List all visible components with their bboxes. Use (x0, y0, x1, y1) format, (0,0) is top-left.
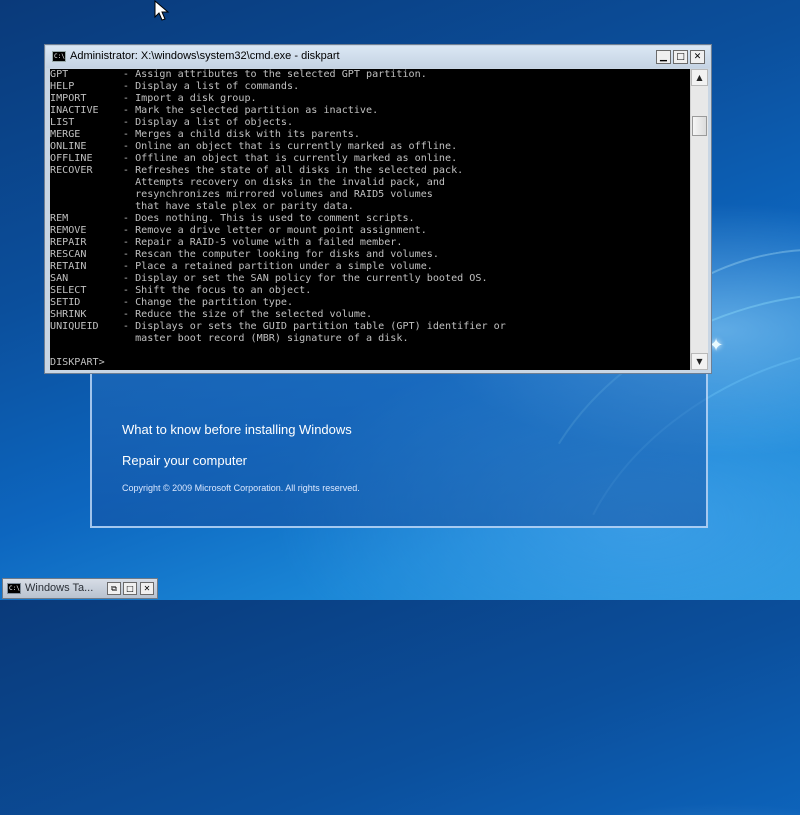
scroll-down-arrow-icon[interactable]: ▼ (691, 353, 708, 370)
maximize-button[interactable]: □ (123, 582, 137, 595)
close-button[interactable]: ✕ (690, 50, 705, 64)
scroll-up-arrow-icon[interactable]: ▲ (691, 69, 708, 86)
scrollbar-thumb[interactable] (692, 116, 707, 136)
console-line: Attempts recovery on disks in the invali… (50, 177, 446, 188)
window-title: Administrator: X:\windows\system32\cmd.e… (70, 50, 340, 62)
cmd-app-icon[interactable]: C:\ (52, 51, 66, 62)
cmd-titlebar[interactable]: C:\ Administrator: X:\windows\system32\c… (46, 46, 710, 68)
cmd-app-icon: C:\ (7, 583, 21, 594)
console-line: LIST - Display a list of objects. (50, 117, 294, 128)
console-line: HELP - Display a list of commands. (50, 81, 300, 92)
mouse-pointer-icon (154, 0, 170, 21)
console-line: RESCAN - Rescan the computer looking for… (50, 249, 439, 260)
console-line: GPT - Assign attributes to the selected … (50, 69, 427, 80)
console-line: SETID - Change the partition type. (50, 297, 294, 308)
console-line: RETAIN - Place a retained partition unde… (50, 261, 433, 272)
console-line: SAN - Display or set the SAN policy for … (50, 273, 488, 284)
what-to-know-link[interactable]: What to know before installing Windows (122, 422, 352, 437)
console-line: ONLINE - Online an object that is curren… (50, 141, 458, 152)
minimize-button[interactable]: ▁ (656, 50, 671, 64)
minimized-window-label: Windows Ta... (25, 582, 94, 594)
diskpart-prompt: DISKPART> (50, 357, 105, 368)
copyright-text: Copyright © 2009 Microsoft Corporation. … (122, 483, 360, 493)
vertical-scrollbar[interactable]: ▲ ▼ (690, 69, 708, 370)
cmd-window[interactable]: C:\ Administrator: X:\windows\system32\c… (44, 44, 712, 374)
console-line: INACTIVE - Mark the selected partition a… (50, 105, 379, 116)
repair-your-computer-link[interactable]: Repair your computer (122, 453, 247, 468)
console-line: SELECT - Shift the focus to an object. (50, 285, 312, 296)
console-line: master boot record (MBR) signature of a … (50, 333, 409, 344)
console-output[interactable]: GPT - Assign attributes to the selected … (50, 69, 690, 370)
maximize-button[interactable]: □ (673, 50, 688, 64)
console-line: resynchronizes mirrored volumes and RAID… (50, 189, 433, 200)
console-line: IMPORT - Import a disk group. (50, 93, 257, 104)
windows-setup-panel: What to know before installing Windows R… (90, 370, 708, 528)
console-line: UNIQUEID - Displays or sets the GUID par… (50, 321, 506, 332)
console-line: REM - Does nothing. This is used to comm… (50, 213, 415, 224)
console-line: SHRINK - Reduce the size of the selected… (50, 309, 373, 320)
console-line: REPAIR - Repair a RAID-5 volume with a f… (50, 237, 403, 248)
console-line: RECOVER - Refreshes the state of all dis… (50, 165, 464, 176)
console-line: MERGE - Merges a child disk with its par… (50, 129, 360, 140)
console-line: REMOVE - Remove a drive letter or mount … (50, 225, 427, 236)
console-line: OFFLINE - Offline an object that is curr… (50, 153, 458, 164)
close-button[interactable]: ✕ (140, 582, 154, 595)
minimized-window-button[interactable]: C:\ Windows Ta... ⧉ □ ✕ (2, 578, 158, 599)
restore-button[interactable]: ⧉ (107, 582, 121, 595)
console-text: GPT - Assign attributes to the selected … (50, 69, 690, 369)
console-line: that have stale plex or parity data. (50, 201, 354, 212)
